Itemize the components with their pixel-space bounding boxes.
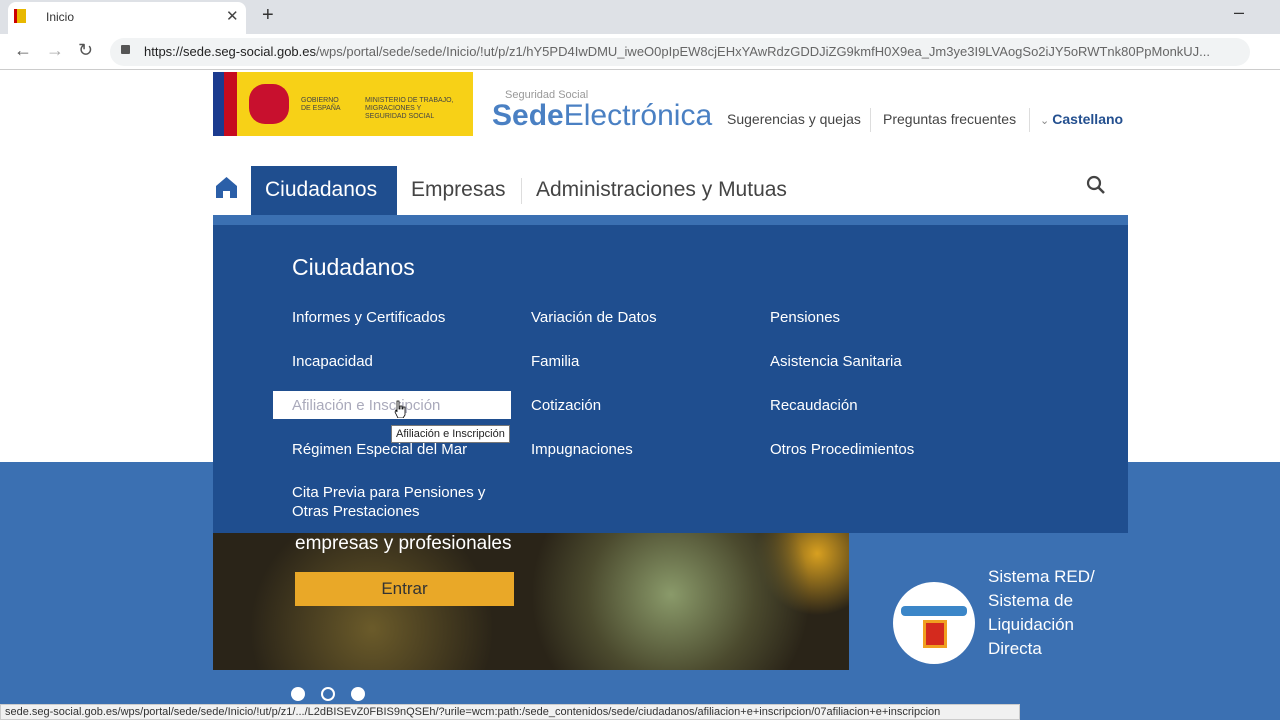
entrar-button[interactable]: Entrar [295,572,514,606]
menu-item-otros[interactable]: Otros Procedimientos [770,440,914,459]
search-icon[interactable] [1086,175,1106,195]
menu-item-cotizacion[interactable]: Cotización [531,396,601,415]
close-tab-icon[interactable]: ✕ [226,7,239,25]
url-path: /wps/portal/sede/sede/Inicio/!ut/p/z1/hY… [316,44,1211,59]
menu-item-impugnaciones[interactable]: Impugnaciones [531,440,633,459]
chevron-down-icon: ⌄ [1040,115,1053,127]
menu-title: Ciudadanos [292,254,415,280]
minimize-icon[interactable]: – [1234,2,1244,23]
menu-item-asistencia[interactable]: Asistencia Sanitaria [770,352,902,371]
brand-logo[interactable]: SedeElectrónica [492,99,712,133]
menu-item-variacion[interactable]: Variación de Datos [531,308,657,327]
tab-administraciones[interactable]: Administraciones y Mutuas [522,166,801,216]
government-logo[interactable]: GOBIERNO DE ESPAÑA MINISTERIO DE TRABAJO… [213,72,473,136]
menu-item-afiliacion[interactable]: Afiliación e Inscripción [292,396,440,415]
menu-item-recaudacion[interactable]: Recaudación [770,396,858,415]
menu-item-cita-previa[interactable]: Cita Previa para Pensiones y Otras Prest… [292,483,502,521]
hands-icon [901,606,967,616]
carousel-text: empresas y profesionales [295,533,512,554]
tab-title: Inicio [46,10,75,24]
menu-item-familia[interactable]: Familia [531,352,579,371]
browser-tab[interactable]: Inicio [8,2,246,34]
link-preguntas[interactable]: Preguntas frecuentes [883,111,1016,127]
address-bar[interactable]: https://sede.seg-social.gob.es/wps/porta… [110,38,1250,66]
url-host: https://sede.seg-social.gob.es [144,44,316,59]
menu-item-pensiones[interactable]: Pensiones [770,308,840,327]
home-icon[interactable] [216,176,237,198]
brand-bold: Sede [492,99,564,132]
link-sugerencias[interactable]: Sugerencias y quejas [727,111,861,127]
language-label: Castellano [1052,111,1124,127]
ministry-text: MINISTERIO DE TRABAJO, MIGRACIONES Y SEG… [365,97,454,120]
favicon-icon [14,9,26,23]
sistema-red-logo[interactable] [893,582,975,664]
tooltip: Afiliación e Inscripción [391,425,510,443]
eu-flag-icon [213,72,237,136]
tab-ciudadanos[interactable]: Ciudadanos [251,166,397,216]
status-bar-url: sede.seg-social.gob.es/wps/portal/sede/s… [0,704,1020,720]
menu-item-incapacidad[interactable]: Incapacidad [292,352,373,371]
lock-icon [121,45,130,54]
hand-cursor-icon [394,400,406,418]
gov-text: GOBIERNO DE ESPAÑA [301,97,341,112]
carousel-dot-3[interactable] [351,687,365,701]
sistema-red-link[interactable]: Sistema RED/ Sistema de Liquidación Dire… [988,565,1108,661]
forward-icon[interactable]: → [46,40,64,61]
document-icon [923,620,947,648]
carousel-dot-1[interactable] [291,687,305,701]
carousel-dot-2[interactable] [321,687,335,701]
brand-light: Electrónica [563,99,713,132]
menu-item-informes[interactable]: Informes y Certificados [292,308,445,327]
coat-of-arms-icon [249,84,289,124]
back-icon[interactable]: ← [14,40,32,61]
language-select[interactable]: ⌄ Castellano [1040,111,1123,127]
reload-icon[interactable]: ↻ [78,40,93,61]
tab-empresas[interactable]: Empresas [397,166,520,216]
new-tab-icon[interactable]: + [262,4,274,27]
